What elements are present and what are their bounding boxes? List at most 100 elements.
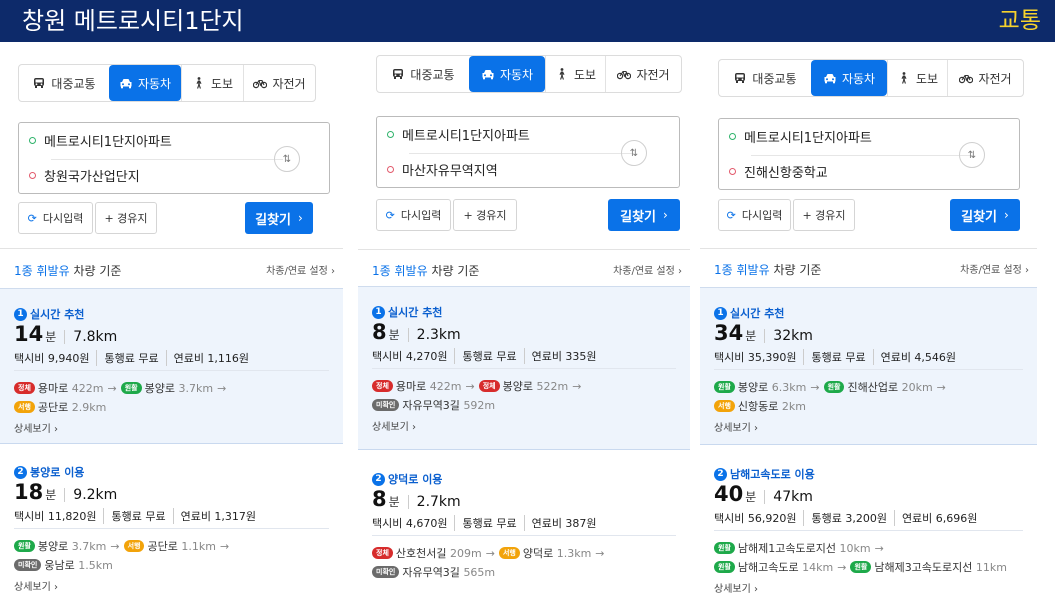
traffic-row: 미확인 자유무역3길 565m: [372, 564, 495, 580]
road-length: 592m: [463, 398, 496, 412]
traffic-row: 서행 공단로 2.9km: [14, 399, 106, 415]
route-card[interactable]: 2 봉양로 이용 18 분 9.2km 택시비 11,820원 통행료 무료 연료비 1,31…: [0, 447, 343, 597]
basis-suffix: 차량 기준: [427, 264, 480, 278]
detail-label: 상세보기: [714, 423, 751, 434]
origin-field[interactable]: 메트로시티1단지아파트: [729, 127, 872, 146]
cost-item: 택시비 9,940원: [14, 352, 90, 365]
swap-icon[interactable]: ⇅: [621, 140, 647, 166]
detail-link[interactable]: 상세보기 ›: [14, 578, 58, 593]
fuel-basis: 1종 휘발유 차량 기준: [714, 261, 821, 278]
add-waypoint-button[interactable]: + 경유지: [95, 202, 157, 234]
swap-icon[interactable]: ⇅: [959, 142, 985, 168]
tab-walk[interactable]: 도보: [887, 60, 947, 96]
cost-item: 연료비 1,116원: [165, 350, 249, 366]
divider: [358, 249, 690, 250]
road-name: 진해산업로: [847, 381, 899, 394]
reset-button[interactable]: ⟳ 다시입력: [376, 199, 451, 231]
traffic-row: 원활 남해고속도로 14km → 원활 남해제3고속도로지선 11km: [714, 559, 1007, 575]
reset-button[interactable]: ⟳ 다시입력: [718, 199, 791, 231]
vehicle-setting-link[interactable]: 차종/연료 설정 ›: [960, 261, 1029, 276]
route-card[interactable]: 1 실시간 추천 14 분 7.8km 택시비 9,940원 통행료 무료 연료비 1,116…: [0, 289, 343, 444]
find-route-button[interactable]: 길찾기 ›: [608, 199, 680, 231]
destination-dot-icon: [387, 166, 394, 173]
route-card[interactable]: 1 실시간 추천 8 분 2.3km 택시비 4,270원 통행료 무료 연료비 335원 정체…: [358, 287, 690, 450]
vehicle-setting-link[interactable]: 차종/연료 설정 ›: [266, 262, 335, 277]
cost-item: 통행료 무료: [96, 350, 159, 366]
detail-link[interactable]: 상세보기 ›: [14, 420, 58, 435]
bicycle-icon: [959, 72, 974, 84]
time-unit: 분: [745, 329, 757, 343]
destination-field[interactable]: 진해신항중학교: [729, 162, 828, 181]
tab-car[interactable]: 자동차: [469, 56, 545, 92]
swap-icon[interactable]: ⇅: [274, 146, 300, 172]
tab-public-transit[interactable]: 대중교통: [377, 56, 469, 92]
waypoint-label: + 경유지: [104, 212, 148, 225]
find-route-button[interactable]: 길찾기 ›: [950, 199, 1020, 231]
reset-button[interactable]: ⟳ 다시입력: [18, 202, 93, 234]
bicycle-icon: [253, 77, 268, 89]
time-value: 8: [372, 320, 387, 344]
road-name: 공단로: [37, 401, 69, 414]
traffic-badge: 미확인: [372, 566, 400, 578]
find-route-button[interactable]: 길찾기 ›: [245, 202, 313, 234]
refresh-icon: ⟳: [27, 211, 37, 225]
origin-text: 메트로시티1단지아파트: [744, 131, 872, 146]
tab-bicycle[interactable]: 자전거: [947, 60, 1023, 96]
route-card[interactable]: 2 양덕로 이용 8 분 2.7km 택시비 4,670원 통행료 무료 연료비 387원 정체…: [358, 454, 690, 600]
field-divider: [751, 155, 973, 156]
add-waypoint-button[interactable]: + 경유지: [793, 199, 855, 231]
add-waypoint-button[interactable]: + 경유지: [453, 199, 517, 231]
tab-bicycle[interactable]: 자전거: [605, 56, 681, 92]
road-name: 봉양로: [37, 540, 69, 553]
traffic-badge: 정체: [372, 547, 393, 559]
traffic-badge: 원활: [714, 561, 735, 573]
bus-icon: [391, 68, 405, 80]
car-icon: [119, 77, 133, 89]
reset-label: 다시입력: [42, 212, 84, 225]
tab-label: 자전거: [978, 71, 1012, 86]
cost-item: 연료비 4,546원: [872, 349, 956, 365]
origin-field[interactable]: 메트로시티1단지아파트: [387, 125, 530, 144]
route-card[interactable]: 2 남해고속도로 이용 40 분 47km 택시비 56,920원 통행료 3,200원 연료…: [700, 449, 1037, 602]
walker-icon: [555, 68, 569, 80]
divider: [700, 248, 1037, 249]
tab-bicycle[interactable]: 자전거: [243, 65, 315, 101]
road-name: 봉양로: [502, 380, 533, 393]
tab-walk[interactable]: 도보: [181, 65, 243, 101]
arrow-icon: →: [219, 539, 230, 553]
arrow-icon: →: [837, 560, 847, 574]
tab-public-transit[interactable]: 대중교통: [19, 65, 109, 101]
tab-car[interactable]: 자동차: [109, 65, 181, 101]
traffic-row: 원활 남해제1고속도로지선 10km →: [714, 540, 888, 556]
route-card[interactable]: 1 실시간 추천 34 분 32km 택시비 35,390원 통행료 무료 연료비 4,546…: [700, 288, 1037, 445]
vehicle-setting-label: 차종/연료 설정: [960, 265, 1022, 276]
detail-link[interactable]: 상세보기 ›: [372, 418, 416, 433]
tab-walk[interactable]: 도보: [545, 56, 605, 92]
destination-field[interactable]: 창원국가산업단지: [29, 166, 140, 185]
road-length: 1.1km: [181, 539, 216, 553]
walker-icon: [897, 72, 911, 84]
road-name: 남해제1고속도로지선: [737, 542, 836, 555]
refresh-icon: ⟳: [726, 208, 736, 222]
tab-public-transit[interactable]: 대중교통: [719, 60, 811, 96]
detail-link[interactable]: 상세보기 ›: [714, 419, 758, 434]
cost-item: 택시비 4,270원: [372, 350, 448, 363]
detail-label: 상세보기: [14, 424, 51, 435]
traffic-badge: 미확인: [14, 559, 42, 571]
route-title-text: 양덕로 이용: [388, 473, 443, 486]
tab-label: 대중교통: [51, 76, 96, 91]
route-panel: 대중교통 자동차 도보 자전거 메트로시티1단지아파트 창원국가산업단지 ⇅ ⟳…: [0, 42, 343, 593]
vehicle-setting-label: 차종/연료 설정: [613, 266, 675, 277]
cost-item: 통행료 3,200원: [803, 510, 887, 526]
destination-field[interactable]: 마산자유무역지역: [387, 160, 498, 179]
tab-car[interactable]: 자동차: [811, 60, 887, 96]
origin-field[interactable]: 메트로시티1단지아파트: [29, 131, 172, 150]
vehicle-setting-link[interactable]: 차종/연료 설정 ›: [613, 262, 682, 277]
road-length: 20km: [901, 380, 933, 394]
tab-label: 자전거: [272, 76, 306, 91]
mode-tabs: 대중교통 자동차 도보 자전거: [376, 55, 682, 93]
card-divider: [14, 528, 329, 529]
detail-label: 상세보기: [14, 582, 51, 593]
road-length: 422m: [71, 381, 104, 395]
bicycle-icon: [617, 68, 632, 80]
